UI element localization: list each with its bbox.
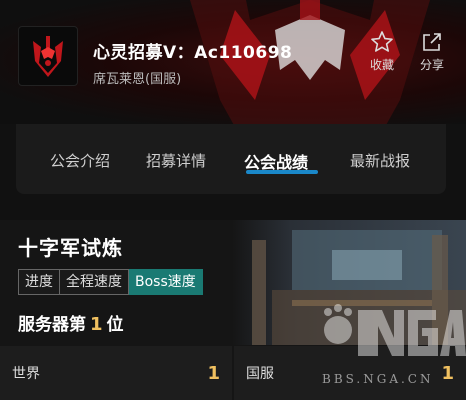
server-rank-value: 1 xyxy=(90,314,103,335)
tab-recruit-details[interactable]: 招募详情 xyxy=(146,150,206,171)
tab-guild-intro[interactable]: 公会介绍 xyxy=(50,150,110,171)
star-icon xyxy=(362,30,402,56)
guild-avatar xyxy=(18,26,78,86)
cn-rank-value: 1 xyxy=(441,362,454,384)
server-rank-prefix: 服务器第 xyxy=(18,315,86,335)
tab-bar: 公会介绍 招募详情 公会战绩 最新战报 xyxy=(0,124,466,200)
speed-filter-group: 进度 全程速度 Boss速度 xyxy=(18,269,203,295)
guild-realm: 席瓦莱恩(国服) xyxy=(93,72,182,87)
favorite-label: 收藏 xyxy=(369,58,394,72)
world-rank-value: 1 xyxy=(207,362,220,384)
share-button[interactable]: 分享 xyxy=(412,30,452,73)
filter-boss-speed[interactable]: Boss速度 xyxy=(129,269,203,295)
tab-latest-reports[interactable]: 最新战报 xyxy=(350,150,410,171)
share-icon xyxy=(412,30,452,56)
filter-full-speed[interactable]: 全程速度 xyxy=(60,269,129,295)
cn-rank-label: 国服 xyxy=(246,366,274,382)
watermark-text: BBS.NGA.CN xyxy=(322,372,434,386)
world-rank-row: 世界 1 xyxy=(0,346,232,400)
raid-name: 十字军试炼 xyxy=(18,236,123,260)
server-rank-suffix: 位 xyxy=(106,315,124,335)
horde-logo-icon xyxy=(33,36,63,77)
filter-progress[interactable]: 进度 xyxy=(18,269,60,295)
guild-header: 心灵招募V：Ac110698 席瓦莱恩(国服) 收藏 分享 xyxy=(0,0,466,124)
raid-background-image xyxy=(232,220,466,345)
active-tab-indicator xyxy=(246,170,318,174)
share-label: 分享 xyxy=(419,58,444,72)
favorite-button[interactable]: 收藏 xyxy=(362,30,402,73)
server-rank: 服务器第 1 位 xyxy=(18,310,124,335)
guild-title: 心灵招募V：Ac110698 xyxy=(93,43,293,63)
world-rank-label: 世界 xyxy=(12,366,40,382)
